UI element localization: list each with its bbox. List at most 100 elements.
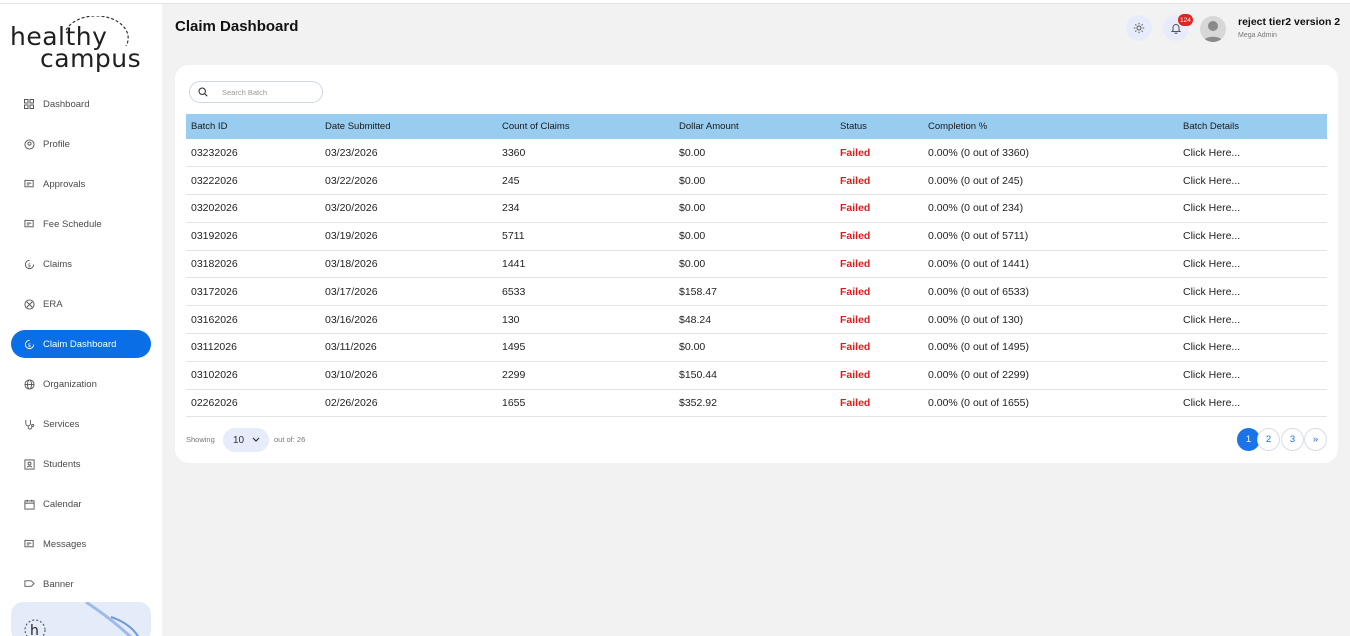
- sidebar-item-era[interactable]: ERA: [11, 290, 151, 318]
- status-cell: Failed: [835, 389, 923, 418]
- sidebar-item-label: Organization: [43, 378, 97, 390]
- search-icon: [198, 87, 208, 97]
- date-submitted-cell: 03/16/2026: [320, 305, 497, 335]
- count-cell: 1655: [497, 389, 674, 418]
- batch-details-link[interactable]: Click Here...: [1178, 194, 1327, 223]
- batch-details-link[interactable]: Click Here...: [1178, 166, 1327, 196]
- table-row: 02262026 02/26/2026 1655 $352.92 Failed …: [186, 389, 1327, 418]
- count-cell: 6533: [497, 277, 674, 307]
- completion-cell: 0.00% (0 out of 1441): [923, 250, 1178, 279]
- search-input[interactable]: [222, 87, 312, 97]
- status-cell: Failed: [835, 166, 923, 196]
- status-cell: Failed: [835, 222, 923, 251]
- svg-text:$: $: [27, 262, 31, 268]
- date-submitted-cell: 03/10/2026: [320, 361, 497, 390]
- chat-icon: [23, 218, 35, 230]
- calendar-icon: [23, 498, 35, 510]
- batch-id-cell: 03162026: [186, 305, 320, 335]
- sidebar-item-claim-dashboard[interactable]: $ Claim Dashboard: [11, 330, 151, 358]
- sidebar-item-label: Claims: [43, 258, 73, 270]
- sidebar-item-profile[interactable]: Profile: [11, 130, 151, 158]
- logo[interactable]: healthy campus: [10, 16, 155, 76]
- gear-icon: [1133, 22, 1145, 34]
- promo-decoration-icon: h: [24, 602, 139, 636]
- date-submitted-cell: 03/11/2026: [320, 333, 497, 362]
- page-button-2[interactable]: 2: [1257, 428, 1280, 451]
- table-row: 03102026 03/10/2026 2299 $150.44 Failed …: [186, 361, 1327, 390]
- amount-cell: $150.44: [674, 361, 835, 390]
- sidebar-item-dashboard[interactable]: Dashboard: [11, 90, 151, 118]
- batch-details-link[interactable]: Click Here...: [1178, 305, 1327, 335]
- batch-id-cell: 02262026: [186, 389, 320, 418]
- claims-card: Batch ID Date Submitted Count of Claims …: [175, 65, 1338, 463]
- batch-details-link[interactable]: Click Here...: [1178, 222, 1327, 251]
- avatar[interactable]: [1200, 16, 1226, 42]
- batch-details-link[interactable]: Click Here...: [1178, 333, 1327, 362]
- batch-id-cell: 03192026: [186, 222, 320, 251]
- amount-cell: $352.92: [674, 389, 835, 418]
- sidebar-item-claims[interactable]: $ Claims: [11, 250, 151, 278]
- sidebar-item-fee-schedule[interactable]: Fee Schedule: [11, 210, 151, 238]
- table-row: 03162026 03/16/2026 130 $48.24 Failed 0.…: [186, 305, 1327, 335]
- date-submitted-cell: 03/18/2026: [320, 250, 497, 279]
- table-row: 03232026 03/23/2026 3360 $0.00 Failed 0.…: [186, 139, 1327, 168]
- globe-cross-icon: [23, 298, 35, 310]
- column-header-count-of-claims[interactable]: Count of Claims: [497, 114, 674, 139]
- page-size-select[interactable]: 10: [223, 428, 269, 452]
- logo-line2: campus: [40, 44, 142, 73]
- search-box[interactable]: [189, 81, 323, 103]
- amount-cell: $0.00: [674, 333, 835, 362]
- batch-details-link[interactable]: Click Here...: [1178, 389, 1327, 418]
- status-cell: Failed: [835, 194, 923, 223]
- sidebar-item-organization[interactable]: Organization: [11, 370, 151, 398]
- batch-details-link[interactable]: Click Here...: [1178, 361, 1327, 390]
- sidebar-item-banner[interactable]: Banner: [11, 570, 151, 598]
- total-count-label: out of: 26: [274, 435, 306, 444]
- column-header-completion[interactable]: Completion %: [923, 114, 1178, 139]
- column-header-status[interactable]: Status: [835, 114, 923, 139]
- count-cell: 234: [497, 194, 674, 223]
- sidebar-item-label: ERA: [43, 298, 63, 310]
- user-role: Mega Admin: [1238, 32, 1277, 39]
- sidebar-item-approvals[interactable]: Approvals: [11, 170, 151, 198]
- batch-details-link[interactable]: Click Here...: [1178, 139, 1327, 168]
- column-header-batch-id[interactable]: Batch ID: [186, 114, 320, 139]
- chevron-down-icon: [252, 436, 260, 445]
- batch-details-link[interactable]: Click Here...: [1178, 250, 1327, 279]
- table-row: 03222026 03/22/2026 245 $0.00 Failed 0.0…: [186, 166, 1327, 196]
- claims-table: Batch ID Date Submitted Count of Claims …: [186, 114, 1327, 418]
- settings-button[interactable]: [1126, 15, 1152, 41]
- svg-text:$: $: [27, 342, 31, 348]
- dollar-cycle-icon: $: [23, 258, 35, 270]
- date-submitted-cell: 03/20/2026: [320, 194, 497, 223]
- user-avatar-icon: [1203, 21, 1223, 42]
- sidebar-item-services[interactable]: Services: [11, 410, 151, 438]
- status-cell: Failed: [835, 139, 923, 168]
- batch-id-cell: 03172026: [186, 277, 320, 307]
- sidebar-item-label: Messages: [43, 538, 87, 550]
- id-card-icon: [23, 458, 35, 470]
- completion-cell: 0.00% (0 out of 234): [923, 194, 1178, 223]
- sidebar-item-messages[interactable]: Messages: [11, 530, 151, 558]
- column-header-date-submitted[interactable]: Date Submitted: [320, 114, 497, 139]
- page-button-3[interactable]: 3: [1281, 428, 1304, 451]
- next-page-button[interactable]: »: [1304, 428, 1327, 451]
- sidebar-item-students[interactable]: Students: [11, 450, 151, 478]
- page-title: Claim Dashboard: [175, 18, 299, 35]
- count-cell: 1441: [497, 250, 674, 279]
- completion-cell: 0.00% (0 out of 6533): [923, 277, 1178, 307]
- batch-details-link[interactable]: Click Here...: [1178, 277, 1327, 307]
- sidebar-item-label: Dashboard: [43, 98, 90, 110]
- column-header-batch-details[interactable]: Batch Details: [1178, 114, 1327, 139]
- batch-id-cell: 03102026: [186, 361, 320, 390]
- completion-cell: 0.00% (0 out of 2299): [923, 361, 1178, 390]
- amount-cell: $0.00: [674, 222, 835, 251]
- sidebar-item-calendar[interactable]: Calendar: [11, 490, 151, 518]
- column-header-dollar-amount[interactable]: Dollar Amount: [674, 114, 835, 139]
- amount-cell: $0.00: [674, 194, 835, 223]
- sidebar-item-label: Services: [43, 418, 80, 430]
- status-cell: Failed: [835, 361, 923, 390]
- chat-icon: [23, 538, 35, 550]
- status-cell: Failed: [835, 250, 923, 279]
- status-cell: Failed: [835, 333, 923, 362]
